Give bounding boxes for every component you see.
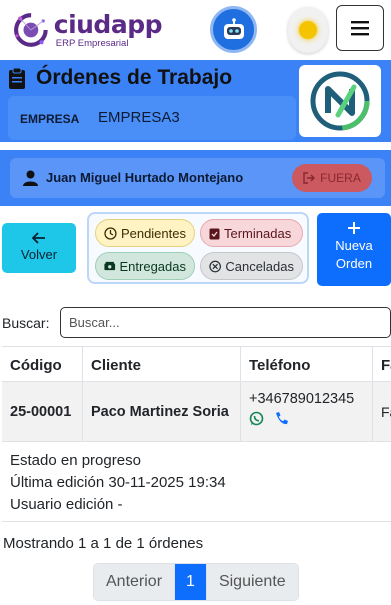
plus-icon bbox=[348, 222, 360, 234]
clipboard-icon bbox=[9, 67, 25, 89]
filter-pending-label: Pendientes bbox=[120, 225, 186, 241]
phone-icon[interactable] bbox=[274, 411, 289, 426]
cell-telefono: +346789012345 bbox=[240, 382, 372, 442]
new-order-label-1: Nueva bbox=[335, 238, 373, 253]
search-label: Buscar: bbox=[2, 315, 50, 331]
logo-subtitle: ERP Empresarial bbox=[55, 37, 129, 49]
filter-finished[interactable]: Terminadas bbox=[200, 219, 303, 247]
arrow-left-icon bbox=[32, 232, 45, 244]
filter-cancelled[interactable]: Canceladas bbox=[200, 252, 303, 280]
robot-icon bbox=[223, 17, 244, 39]
pagination-previous[interactable]: Anterior bbox=[94, 564, 175, 600]
status-filters: Pendientes Terminadas Entregadas Cancela… bbox=[87, 212, 309, 284]
ciudapp-logo[interactable]: ciudapp ERP Empresarial bbox=[12, 4, 163, 56]
new-order-button[interactable]: Nueva Orden bbox=[317, 213, 391, 286]
column-header-codigo[interactable]: Código bbox=[2, 347, 82, 383]
clock-icon bbox=[104, 226, 117, 240]
user-name: Juan Miguel Hurtado Montejano bbox=[46, 170, 244, 185]
filter-delivered[interactable]: Entregadas bbox=[95, 252, 195, 280]
table-info: Mostrando 1 a 1 de 1 órdenes bbox=[3, 535, 204, 552]
user-icon bbox=[23, 170, 38, 186]
company-logo-icon bbox=[310, 71, 370, 131]
table-row[interactable]: 25-00001 Paco Martinez Soria +3467890123… bbox=[2, 382, 391, 442]
filter-cancelled-label: Canceladas bbox=[225, 258, 294, 274]
clipboard-check-icon bbox=[209, 228, 220, 239]
page-title: Órdenes de Trabajo bbox=[8, 66, 232, 90]
filter-pending[interactable]: Pendientes bbox=[95, 219, 195, 247]
row-edit-user: Usuario edición - bbox=[10, 496, 123, 513]
user-info: Juan Miguel Hurtado Montejano FUERA bbox=[10, 158, 385, 198]
assistant-bot-button[interactable] bbox=[210, 6, 257, 53]
logout-label: FUERA bbox=[320, 171, 361, 185]
pagination-next[interactable]: Siguiente bbox=[205, 564, 298, 600]
menu-button[interactable] bbox=[336, 5, 384, 51]
logo-name: ciudapp bbox=[53, 9, 163, 39]
cell-codigo: 25-00001 bbox=[10, 404, 72, 420]
cell-cliente: Paco Martinez Soria bbox=[82, 382, 240, 442]
page-title-text: Órdenes de Trabajo bbox=[36, 66, 233, 89]
logout-button[interactable]: FUERA bbox=[292, 164, 372, 192]
row-details: Estado en progreso Última edición 30-11-… bbox=[2, 442, 391, 522]
theme-toggle-button[interactable] bbox=[288, 7, 328, 53]
company-value: EMPRESA3 bbox=[98, 109, 180, 126]
filter-delivered-label: Entregadas bbox=[119, 258, 187, 274]
filter-finished-label: Terminadas bbox=[224, 225, 292, 241]
top-header: ciudapp ERP Empresarial bbox=[0, 0, 391, 60]
menu-icon bbox=[351, 21, 369, 36]
pagination: Anterior 1 Siguiente bbox=[93, 563, 299, 601]
logout-icon bbox=[303, 172, 316, 184]
cell-truncated: Fa bbox=[372, 382, 391, 442]
company-selector[interactable]: EMPRESA EMPRESA3 bbox=[8, 96, 296, 140]
search-input[interactable] bbox=[60, 307, 391, 338]
pagination-page-1[interactable]: 1 bbox=[174, 564, 206, 600]
company-label: EMPRESA bbox=[20, 112, 80, 126]
new-order-label-2: Orden bbox=[335, 255, 373, 271]
row-status: Estado en progreso bbox=[10, 452, 141, 469]
user-bar: Juan Miguel Hurtado Montejano FUERA bbox=[0, 150, 391, 206]
whatsapp-icon[interactable] bbox=[249, 411, 264, 426]
column-header-truncated[interactable]: Fa bbox=[372, 347, 391, 383]
table-header: Código Cliente Teléfono Fa bbox=[2, 346, 391, 383]
row-last-edit: Última edición 30-11-2025 19:34 bbox=[10, 474, 226, 491]
cancel-circle-icon bbox=[209, 260, 222, 272]
company-logo bbox=[299, 65, 381, 137]
phone-number: +346789012345 bbox=[249, 391, 355, 407]
sun-icon bbox=[299, 21, 317, 39]
title-banner: Órdenes de Trabajo EMPRESA EMPRESA3 bbox=[0, 60, 391, 142]
column-header-telefono[interactable]: Teléfono bbox=[240, 347, 372, 383]
money-icon bbox=[104, 261, 116, 271]
back-label: Volver bbox=[20, 247, 58, 262]
back-button[interactable]: Volver bbox=[2, 223, 76, 273]
column-header-cliente[interactable]: Cliente bbox=[82, 347, 240, 383]
ciudapp-logo-icon bbox=[14, 13, 48, 47]
